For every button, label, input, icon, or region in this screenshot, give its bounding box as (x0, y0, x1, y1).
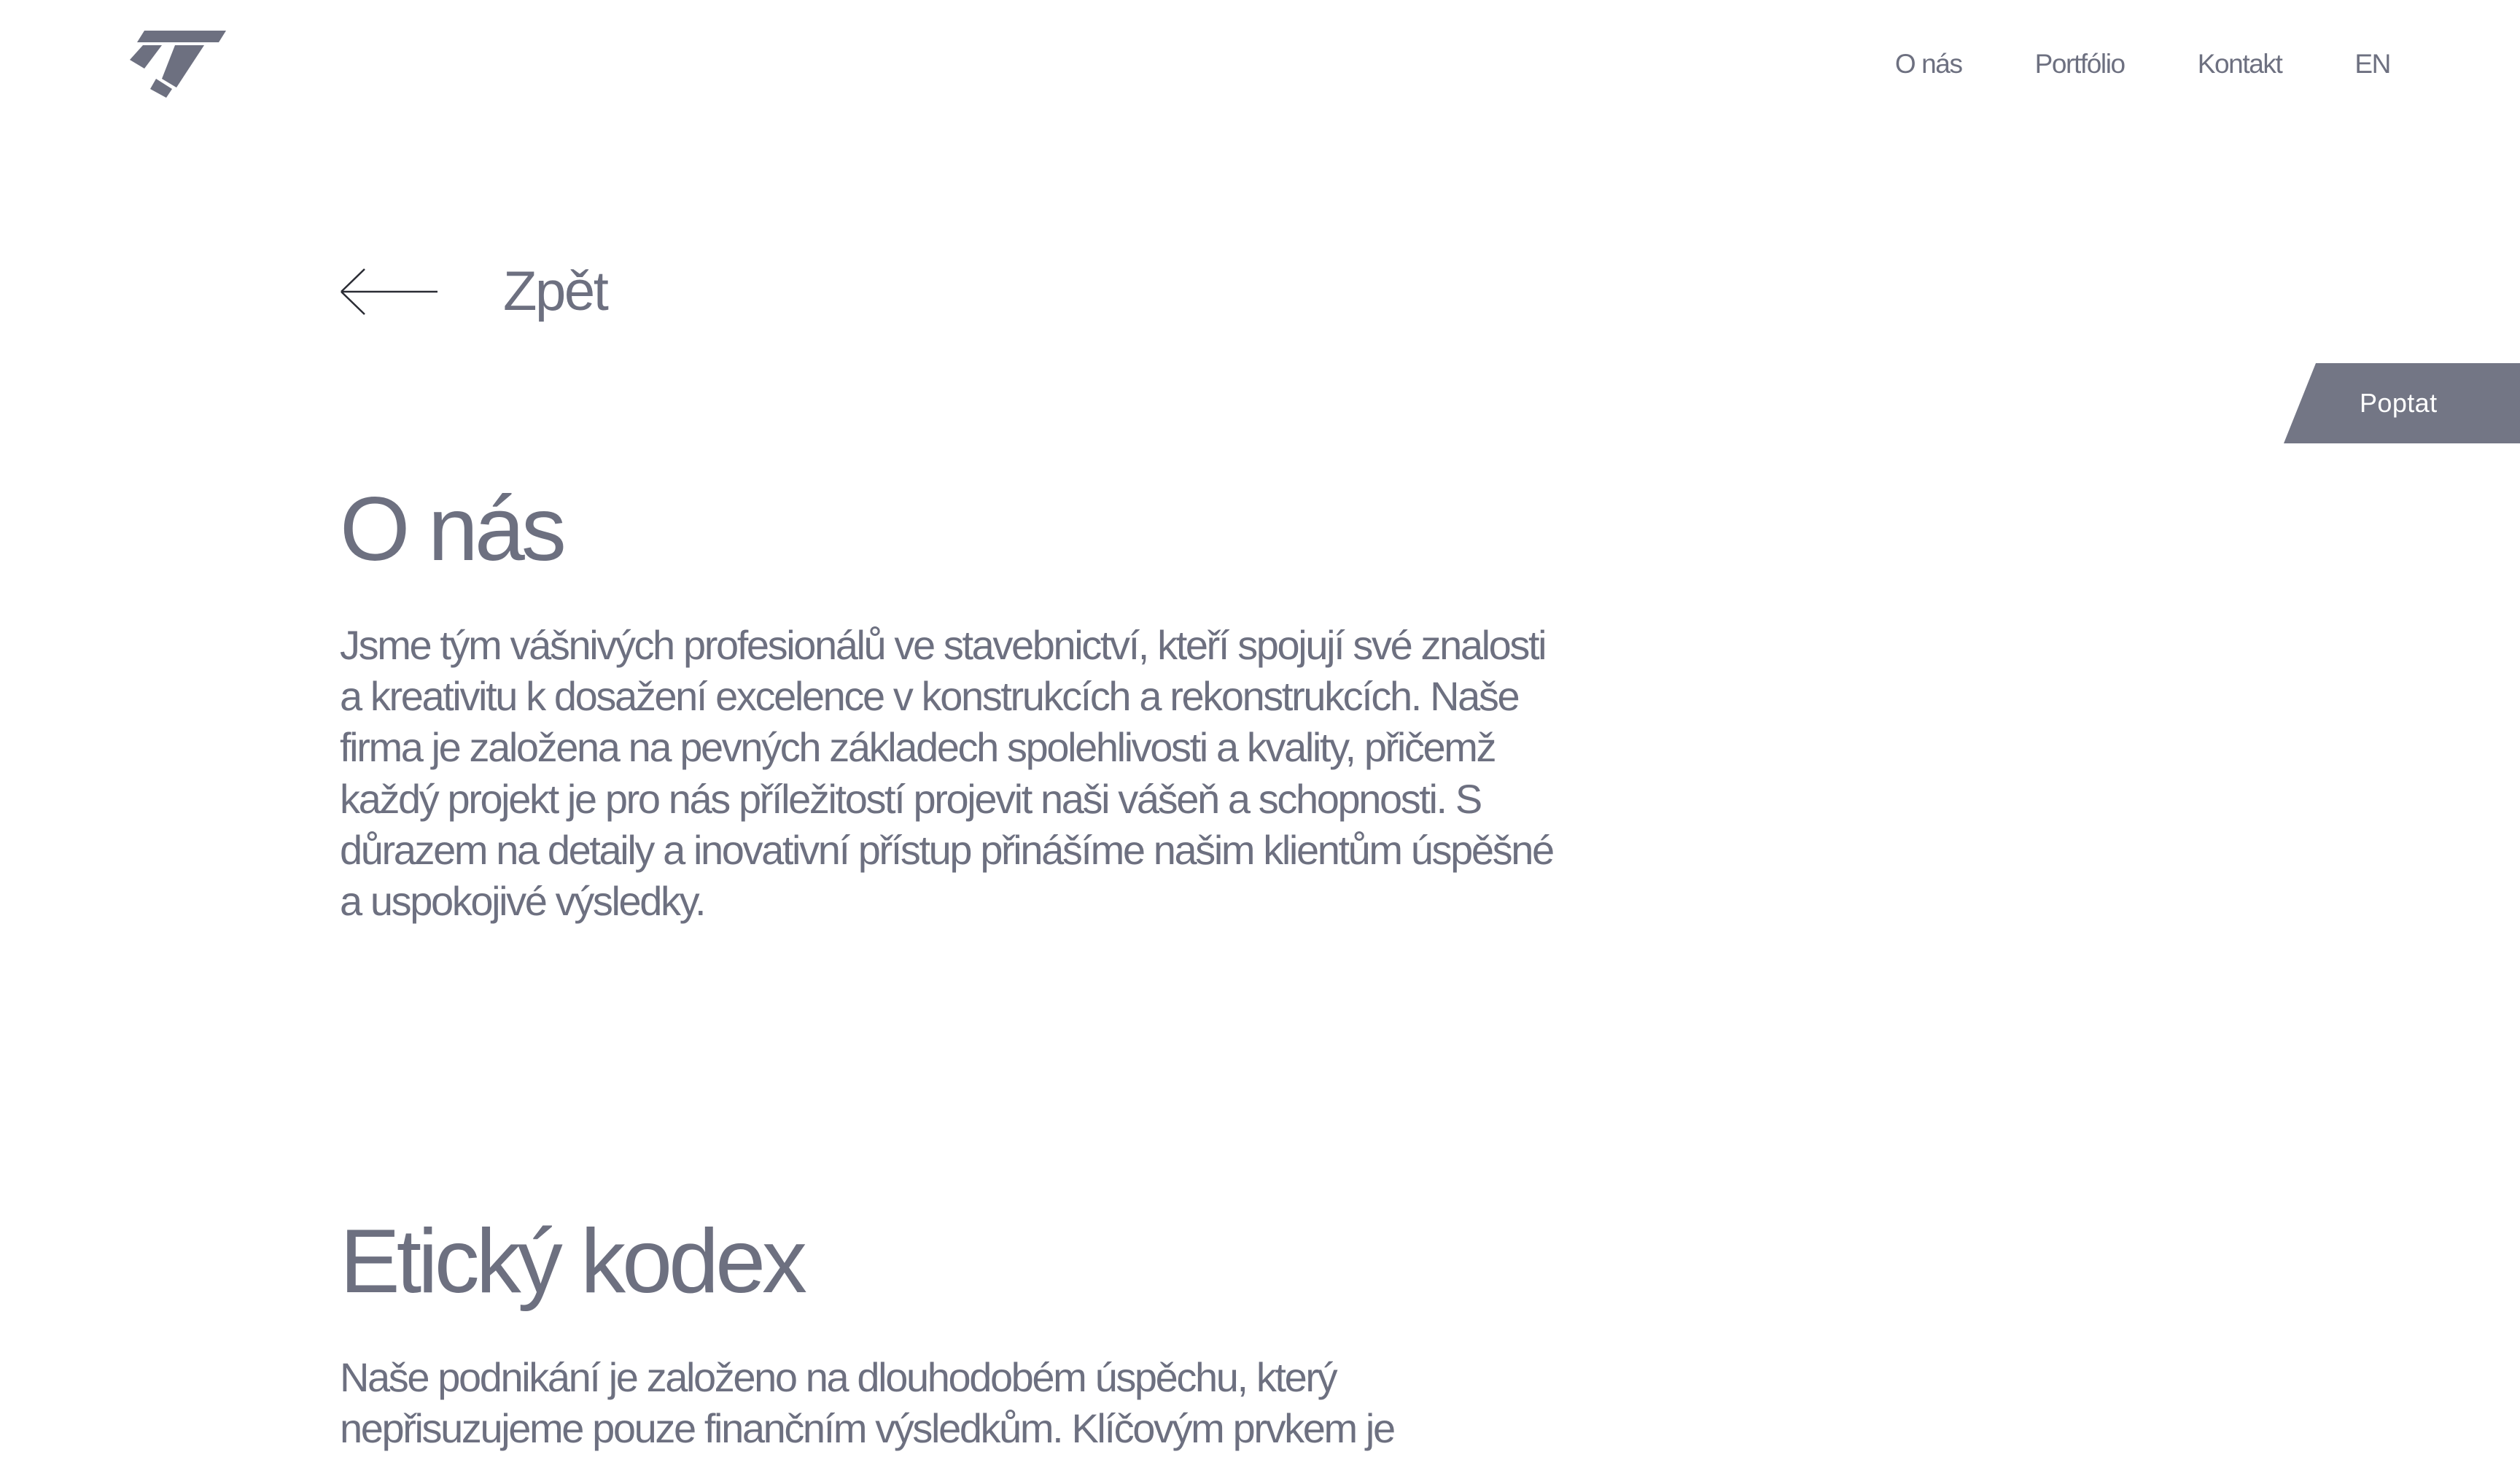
nav-item-portfolio[interactable]: Portfólio (2035, 47, 2126, 82)
ethics-title: Etický kodex (340, 1211, 807, 1312)
back-label: Zpět (503, 260, 609, 322)
site-header: O nás Portfólio Kontakt EN (0, 0, 2520, 131)
inquiry-button-label: Poptat (2360, 388, 2438, 418)
nav-item-contact[interactable]: Kontakt (2198, 47, 2283, 82)
arrow-left-icon (341, 268, 438, 315)
main-nav: O nás Portfólio Kontakt EN (1895, 47, 2392, 82)
about-section: O nás Jsme tým vášnivých profesionálů ve… (340, 467, 1572, 927)
language-switch[interactable]: EN (2354, 47, 2391, 82)
ethics-text: Naše podnikání je založeno na dlouhodobé… (340, 1354, 1396, 1452)
nav-item-about[interactable]: O nás (1895, 47, 1963, 82)
about-title: O nás (340, 479, 567, 580)
about-text: Jsme tým vášnivých profesionálů ve stave… (340, 622, 1555, 925)
ethics-section: Etický kodex Naše podnikání je založeno … (340, 1199, 1572, 1454)
inquiry-button[interactable]: Poptat (2284, 363, 2520, 443)
back-link[interactable]: Zpět (340, 255, 609, 328)
company-logo[interactable] (130, 31, 226, 98)
